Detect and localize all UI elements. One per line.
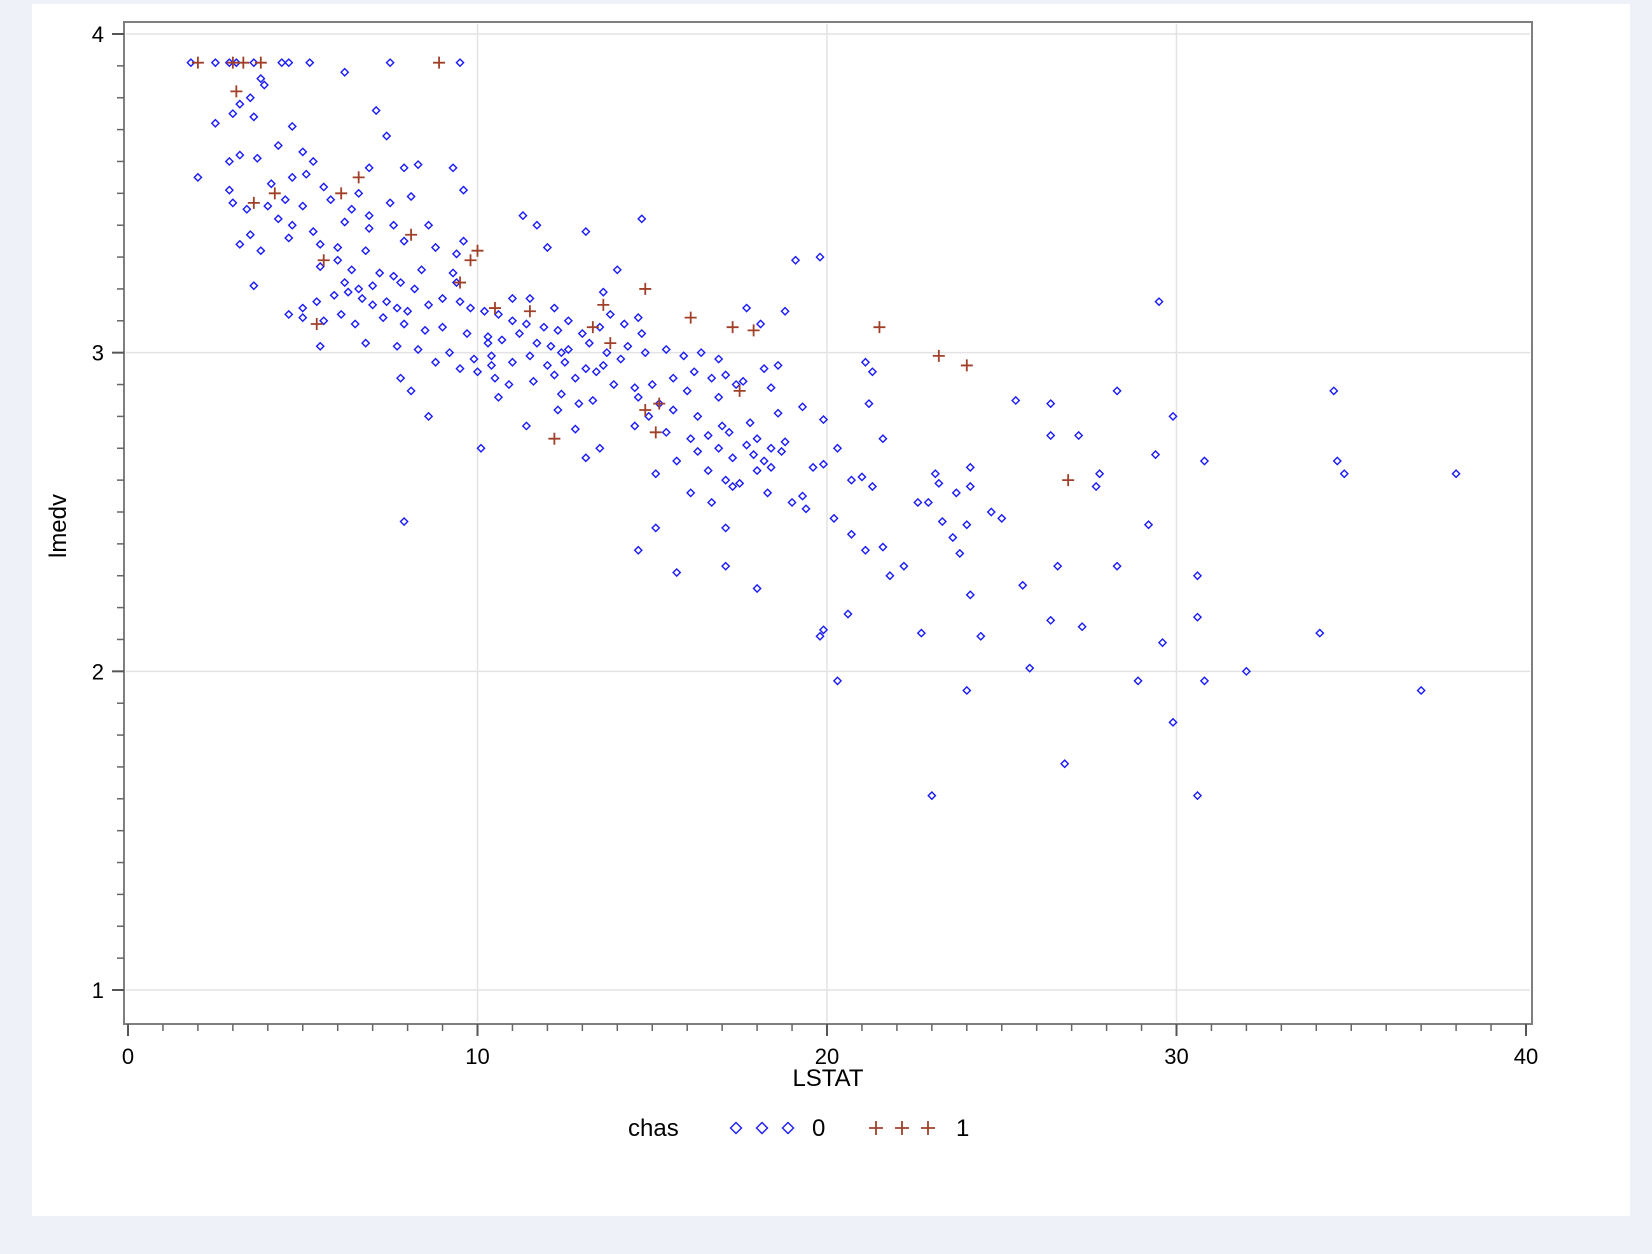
- legend-diamond-icon: [729, 1121, 743, 1135]
- legend-diamond-icon: [781, 1121, 795, 1135]
- legend-plus-icon: [895, 1121, 909, 1135]
- y-axis-title: lmedv: [45, 494, 72, 558]
- legend-marker-0: [729, 1121, 795, 1135]
- y-tick-label: 1: [92, 978, 104, 1003]
- legend-plus-icon: [869, 1121, 883, 1135]
- legend-diamond-icon: [755, 1121, 769, 1135]
- x-tick-label: 40: [1514, 1044, 1538, 1069]
- x-tick-label: 30: [1164, 1044, 1188, 1069]
- legend-title: chas: [628, 1115, 679, 1142]
- plot-area: [123, 21, 1533, 1025]
- y-tick-label: 3: [92, 341, 104, 366]
- scatter-chart: 0 10 20 30 401234 LSTAT lmedv chas 0 1: [45, 21, 1538, 1142]
- x-axis-title: LSTAT: [792, 1065, 863, 1092]
- y-tick-label: 2: [92, 659, 104, 684]
- legend-plus-icon: [921, 1121, 935, 1135]
- legend-marker-1: [869, 1121, 935, 1135]
- legend: chas 0 1: [628, 1115, 969, 1142]
- legend-label-0: 0: [812, 1115, 825, 1142]
- y-tick-label: 4: [92, 22, 104, 47]
- chart-panel: 0 10 20 30 40 1 2 3 4 LSTAT lmedv chas 0 1: [32, 4, 1630, 1216]
- legend-label-1: 1: [956, 1115, 969, 1142]
- x-tick-label: 0: [122, 1044, 134, 1069]
- x-tick-label: 10: [465, 1044, 489, 1069]
